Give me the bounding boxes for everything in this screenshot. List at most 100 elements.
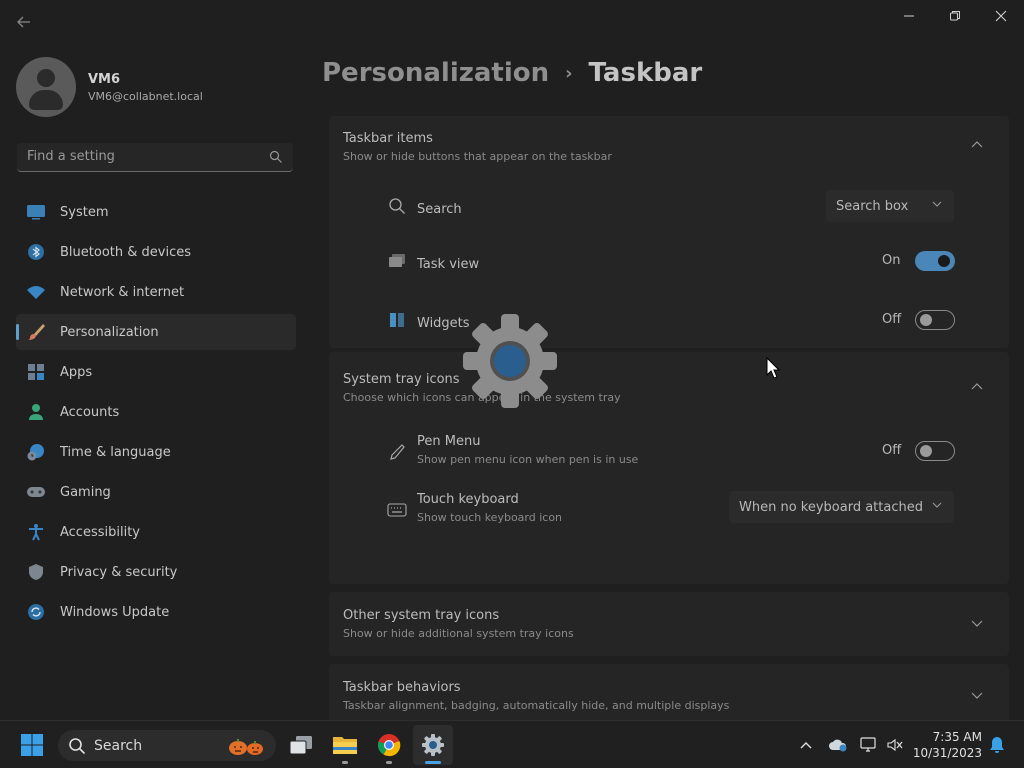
chevron-up-icon[interactable] xyxy=(971,382,983,390)
start-icon xyxy=(21,734,43,756)
start-button[interactable] xyxy=(12,725,52,765)
shield-icon xyxy=(26,562,46,582)
system-tray-icons-section: System tray icons Choose which icons can… xyxy=(329,352,1009,584)
file-explorer-icon xyxy=(333,737,357,754)
sidebar-item-time-language[interactable]: Time & language xyxy=(16,434,296,470)
active-indicator xyxy=(425,761,441,764)
touch-keyboard-dropdown[interactable]: When no keyboard attached xyxy=(729,491,954,523)
chevron-up-icon xyxy=(800,742,812,749)
person-icon xyxy=(26,402,46,422)
chevron-down-icon[interactable] xyxy=(971,692,983,700)
clock-time: 7:35 AM xyxy=(932,730,982,744)
back-arrow-icon[interactable] xyxy=(14,14,34,34)
task-view-button[interactable] xyxy=(281,725,321,765)
chevron-down-icon xyxy=(932,201,942,207)
search-icon[interactable] xyxy=(269,150,283,164)
profile-name: VM6 xyxy=(88,71,121,87)
task-view-row: Task view On xyxy=(329,241,1009,281)
search-icon xyxy=(69,737,86,754)
find-setting-input[interactable] xyxy=(17,143,257,170)
wifi-icon xyxy=(26,282,46,302)
taskbar-search-box[interactable]: Search xyxy=(58,730,276,761)
sidebar-item-windows-update[interactable]: Windows Update xyxy=(16,594,296,630)
clock-date: 10/31/2023 xyxy=(912,746,982,760)
file-explorer-button[interactable] xyxy=(325,725,365,765)
sidebar-item-label: Privacy & security xyxy=(60,564,178,580)
taskbar-search-label: Search xyxy=(94,737,143,754)
minimize-button[interactable] xyxy=(886,4,932,28)
user-profile[interactable]: VM6 VM6@collabnet.local xyxy=(16,57,203,117)
chevron-down-icon[interactable] xyxy=(971,620,983,628)
search-setting-row: Search Search box xyxy=(329,186,1009,226)
system-tray-header[interactable]: System tray icons Choose which icons can… xyxy=(329,352,1009,410)
settings-taskbar-button[interactable] xyxy=(413,725,453,765)
sidebar-nav: System Bluetooth & devices Network & int… xyxy=(16,194,296,634)
sidebar-item-gaming[interactable]: Gaming xyxy=(16,474,296,510)
volume-tray-button[interactable] xyxy=(884,733,906,757)
chevron-up-icon[interactable] xyxy=(971,140,983,148)
avatar xyxy=(16,57,76,117)
taskbar-clock[interactable]: 7:35 AM 10/31/2023 xyxy=(912,729,982,761)
volume-muted-icon xyxy=(887,738,903,752)
chrome-button[interactable] xyxy=(369,725,409,765)
close-button[interactable] xyxy=(978,4,1024,28)
pen-menu-row: Pen Menu Show pen menu icon when pen is … xyxy=(329,430,1009,474)
search-mode-dropdown[interactable]: Search box xyxy=(826,190,954,222)
sidebar-item-privacy[interactable]: Privacy & security xyxy=(16,554,296,590)
breadcrumb-parent[interactable]: Personalization xyxy=(322,58,549,88)
show-hidden-icons-button[interactable] xyxy=(796,733,816,757)
brush-icon xyxy=(26,322,46,342)
sidebar-item-label: Accounts xyxy=(60,404,120,420)
search-icon xyxy=(387,196,407,216)
section-subtitle: Choose which icons can appear in the sys… xyxy=(343,391,621,404)
sidebar-item-personalization[interactable]: Personalization xyxy=(16,314,296,350)
widgets-row: Widgets Off xyxy=(329,300,1009,340)
dropdown-value: Search box xyxy=(836,198,909,214)
section-subtitle: Show or hide buttons that appear on the … xyxy=(343,150,612,163)
other-tray-icons-section[interactable]: Other system tray icons Show or hide add… xyxy=(329,592,1009,656)
row-title: Search xyxy=(417,202,462,217)
taskbar-behaviors-section[interactable]: Taskbar behaviors Taskbar alignment, bad… xyxy=(329,664,1009,720)
toggle-state-label: On xyxy=(882,253,901,268)
breadcrumb-separator: › xyxy=(565,62,573,84)
section-title: System tray icons xyxy=(343,372,460,387)
settings-window: VM6 VM6@collabnet.local System Bluetooth… xyxy=(0,0,1024,720)
mouse-cursor-icon xyxy=(766,356,781,383)
sidebar-item-label: Gaming xyxy=(60,484,111,500)
running-indicator xyxy=(342,761,348,764)
sidebar-item-system[interactable]: System xyxy=(16,194,296,230)
sidebar-item-label: Personalization xyxy=(60,324,159,340)
section-subtitle: Show or hide additional system tray icon… xyxy=(343,627,574,640)
touch-keyboard-row: Touch keyboard Show touch keyboard icon … xyxy=(329,488,1009,532)
sidebar-item-bluetooth[interactable]: Bluetooth & devices xyxy=(16,234,296,270)
apps-icon xyxy=(26,362,46,382)
globe-clock-icon xyxy=(26,442,46,462)
widgets-toggle[interactable] xyxy=(915,310,955,330)
row-title: Task view xyxy=(417,257,480,272)
taskbar-items-header[interactable]: Taskbar items Show or hide buttons that … xyxy=(329,116,1009,174)
network-tray-button[interactable] xyxy=(858,733,880,757)
pen-icon xyxy=(387,442,407,462)
halloween-pumpkin-icon xyxy=(229,738,263,755)
maximize-button[interactable] xyxy=(932,4,978,28)
dropdown-value: When no keyboard attached xyxy=(739,499,923,515)
task-view-icon xyxy=(387,251,407,271)
section-subtitle: Taskbar alignment, badging, automaticall… xyxy=(343,699,730,712)
onedrive-tray-button[interactable] xyxy=(826,733,850,757)
sidebar-item-label: Bluetooth & devices xyxy=(60,244,191,260)
pen-menu-toggle[interactable] xyxy=(915,441,955,461)
bluetooth-icon xyxy=(26,242,46,262)
notifications-button[interactable] xyxy=(987,733,1007,757)
sidebar-item-accessibility[interactable]: Accessibility xyxy=(16,514,296,550)
restore-icon xyxy=(950,11,960,21)
sidebar-item-apps[interactable]: Apps xyxy=(16,354,296,390)
profile-email: VM6@collabnet.local xyxy=(88,89,203,103)
row-text: Pen Menu Show pen menu icon when pen is … xyxy=(417,434,639,466)
sidebar-item-network[interactable]: Network & internet xyxy=(16,274,296,310)
section-title: Other system tray icons xyxy=(343,608,500,623)
find-setting-box xyxy=(17,143,293,172)
task-view-toggle[interactable] xyxy=(915,251,955,271)
bell-icon xyxy=(990,737,1004,753)
sidebar-item-accounts[interactable]: Accounts xyxy=(16,394,296,430)
taskbar: Search 7:35 AM 10/31/2023 xyxy=(0,720,1024,768)
